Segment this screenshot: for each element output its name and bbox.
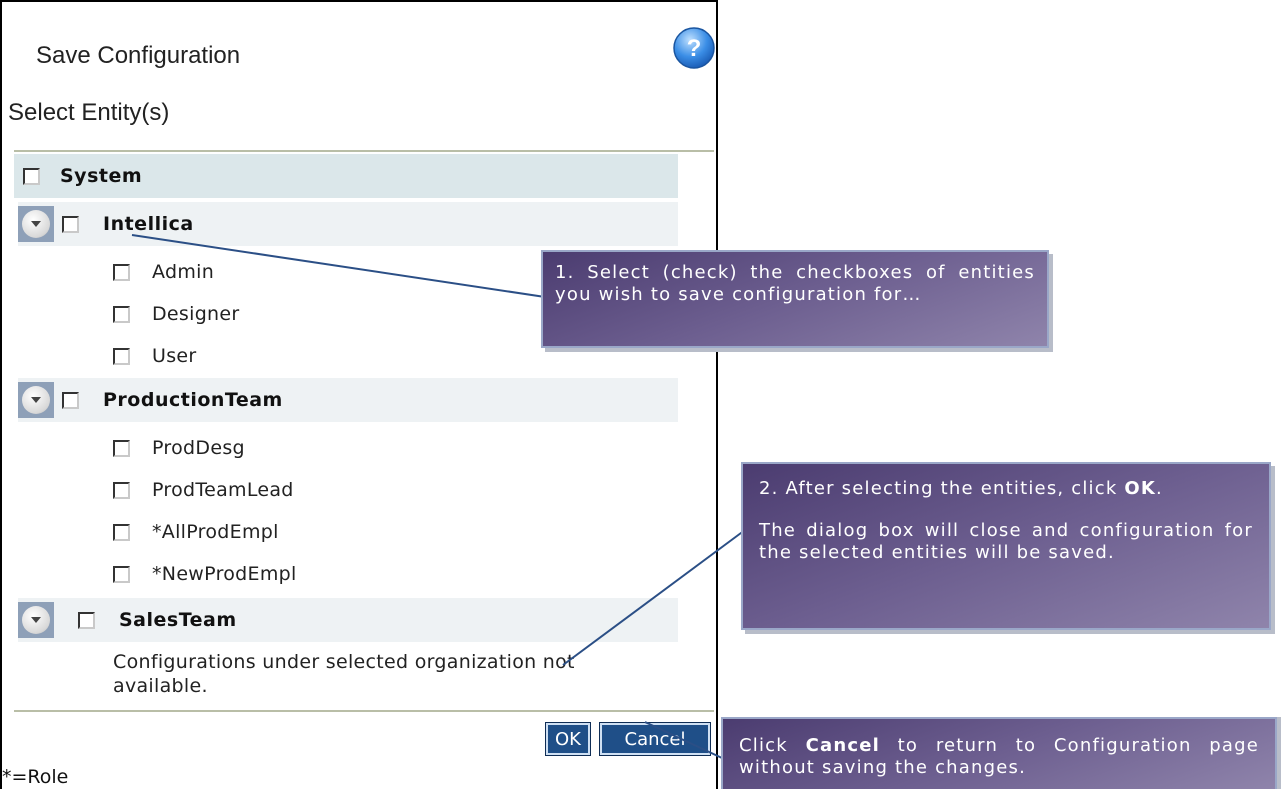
callout-2-text: 2. After selecting the entities, click (759, 478, 1125, 499)
callout-click-ok: 2. After selecting the entities, click O… (741, 462, 1271, 630)
callout-click-cancel: Click Cancel to return to Configuration … (721, 717, 1277, 789)
callout-select-checkboxes: 1. Select (check) the checkboxes of enti… (541, 250, 1049, 348)
callout-3-pre: Click (739, 735, 806, 756)
callout-2-line-1: 2. After selecting the entities, click O… (759, 478, 1253, 500)
callout-2-period: . (1156, 478, 1163, 499)
callout-2-pointer (562, 529, 746, 666)
callout-2-ok-emphasis: OK (1124, 478, 1157, 499)
callout-2-line-2: The dialog box will close and configurat… (759, 520, 1253, 563)
callout-3-text: Click Cancel to return to Configuration … (739, 735, 1259, 779)
callout-3-pointer (644, 721, 723, 759)
callout-3-cancel-emphasis: Cancel (805, 735, 880, 756)
callout-1-text: 1. Select (check) the checkboxes of enti… (555, 262, 1035, 305)
callout-pointers (131, 234, 746, 759)
callout-1-pointer (131, 234, 546, 298)
